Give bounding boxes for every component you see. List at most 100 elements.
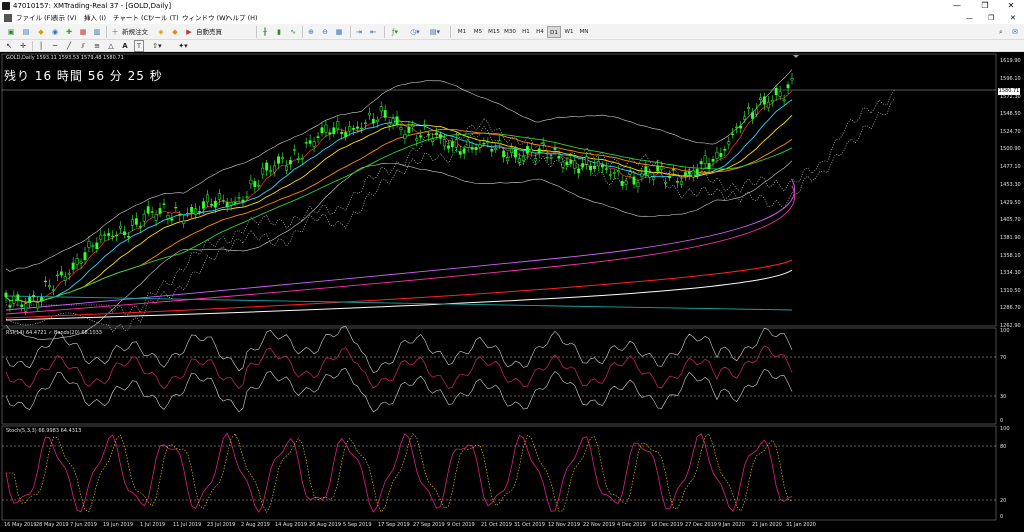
market-watch-icon[interactable]: ◆ [36,26,46,38]
child-close-button[interactable]: ✕ [1010,12,1016,24]
new-order-icon[interactable]: ＋ [110,26,120,38]
candle-bear [652,176,656,180]
crosshair-icon[interactable]: ✛ [18,40,28,52]
toolbar-separator [256,26,257,38]
candle-bear [518,158,521,163]
candle-bull [557,156,561,159]
auto-trade-icon[interactable]: ▶ [184,26,194,38]
candle-bull [695,168,699,175]
menu-help[interactable]: ヘルプ (H) [226,12,258,24]
trendline-icon[interactable]: ╱ [64,40,74,52]
candle-bear [273,165,277,173]
candle-bear [573,160,577,169]
candle-bull [707,163,711,169]
text-label-icon[interactable]: T [134,40,144,52]
price-tick: 1429.50 [1000,200,1021,206]
candle-bull [134,218,138,225]
tf-d1[interactable]: D1 [547,26,561,38]
candle-bear [715,151,719,159]
auto-trade-button[interactable]: 自動売買 [194,26,224,38]
zoom-out-icon[interactable]: ⊖ [320,26,330,38]
tf-m15[interactable]: M15 [487,26,501,38]
menu-tools[interactable]: ツール (T) [148,12,179,24]
candle-bull [581,163,585,168]
cursor-icon[interactable]: ↖ [4,40,14,52]
meta-editor-icon[interactable]: ◈ [156,26,166,38]
ma-35 [5,128,793,303]
candle-bull [8,305,12,308]
candle-bear [55,274,59,277]
candle-bear [360,127,363,130]
candlestick-icon[interactable]: ▮ [274,26,284,38]
data-window-icon[interactable]: ◉ [50,26,60,38]
candle-bull [687,171,691,175]
text-tool-icon[interactable]: A [120,40,130,52]
candle-bear [186,212,190,215]
tools-more-icon[interactable]: ✦▾ [176,40,190,52]
candle-bull [4,292,8,298]
maximize-button[interactable]: ❐ [974,0,996,12]
new-chart-icon[interactable]: ▣ [4,26,18,38]
new-order-button[interactable]: 新規注文 [120,26,150,38]
chart-shift-icon[interactable]: ⇥ [354,26,364,38]
candle-bear [99,234,103,240]
menu-chart[interactable]: チャート (C) [113,12,151,24]
candle-bull [95,242,99,249]
tf-mn[interactable]: MN [577,26,591,38]
zoom-in-icon[interactable]: ⊕ [306,26,316,38]
tf-h1[interactable]: H1 [519,26,533,38]
bar-chart-icon[interactable]: ╫ [260,26,270,38]
menu-view[interactable]: 表示 (V) [52,12,77,24]
chart-area[interactable]: GOLD,Daily 1593.11 1593.53 1579.48 1580.… [0,52,1024,532]
toolbar-separator [350,26,351,38]
terminal-icon[interactable]: ▦ [78,26,88,38]
candle-bear [36,302,40,309]
tf-m30[interactable]: M30 [503,26,517,38]
arrows-icon[interactable]: ⇧▾ [150,40,164,52]
rsi-info: RSI(14) 64.4721 ✓ Bands(20) 68.1033 [6,330,102,336]
indicators-icon[interactable]: ƒ▾ [388,26,402,38]
candle-bear [743,116,747,120]
profiles-icon[interactable]: ▤ [20,26,32,38]
tf-m5[interactable]: M5 [471,26,485,38]
child-window-icon[interactable] [4,14,12,22]
fibonacci-icon[interactable]: ≡ [92,40,102,52]
tf-h4[interactable]: H4 [533,26,547,38]
search-icon[interactable]: ⌕ [996,26,1006,38]
candle-bull [699,161,703,165]
vertical-line-icon[interactable]: │ [36,40,46,52]
candle-bear [379,106,383,112]
close-button[interactable]: ✕ [1000,0,1022,12]
ma-200 [5,259,793,319]
shapes-icon[interactable]: △ [106,40,116,52]
candle-bull [439,134,442,139]
candle-bull [174,206,178,209]
menu-insert[interactable]: 挿入 (I) [84,12,106,24]
menu-window[interactable]: ウィンドウ (W) [182,12,228,24]
price-tick: 1500.90 [1000,146,1021,152]
options-icon[interactable]: ◆ [170,26,180,38]
candle-bull [490,149,494,152]
minimize-button[interactable]: — [946,0,968,12]
candle-bear [727,141,731,145]
menu-file[interactable]: ファイル (F) [16,12,53,24]
navigator-icon[interactable]: ✚ [64,26,74,38]
child-restore-button[interactable]: ❐ [988,12,994,24]
chat-icon[interactable]: ✉ [1010,26,1020,38]
auto-scroll-icon[interactable]: ⇤ [368,26,378,38]
price-chart[interactable] [0,52,1024,532]
horizontal-line-icon[interactable]: ─ [50,40,60,52]
channel-icon[interactable]: ⫽ [78,40,88,52]
candle-bull [786,84,790,89]
child-minimize-button[interactable]: — [966,12,973,24]
periods-icon[interactable]: ◷▾ [408,26,422,38]
candle-bull [123,231,126,236]
templates-icon[interactable]: ▤▾ [428,26,442,38]
tf-w1[interactable]: W1 [562,26,576,38]
tile-windows-icon[interactable]: ▦ [334,26,344,38]
date-tick: 27 Dec 2019 [685,522,717,528]
line-chart-icon[interactable]: ∿ [288,26,298,38]
tester-icon[interactable]: ▥ [92,26,102,38]
tf-m1[interactable]: M1 [455,26,469,38]
date-tick: 16 May 2019 [4,522,37,528]
